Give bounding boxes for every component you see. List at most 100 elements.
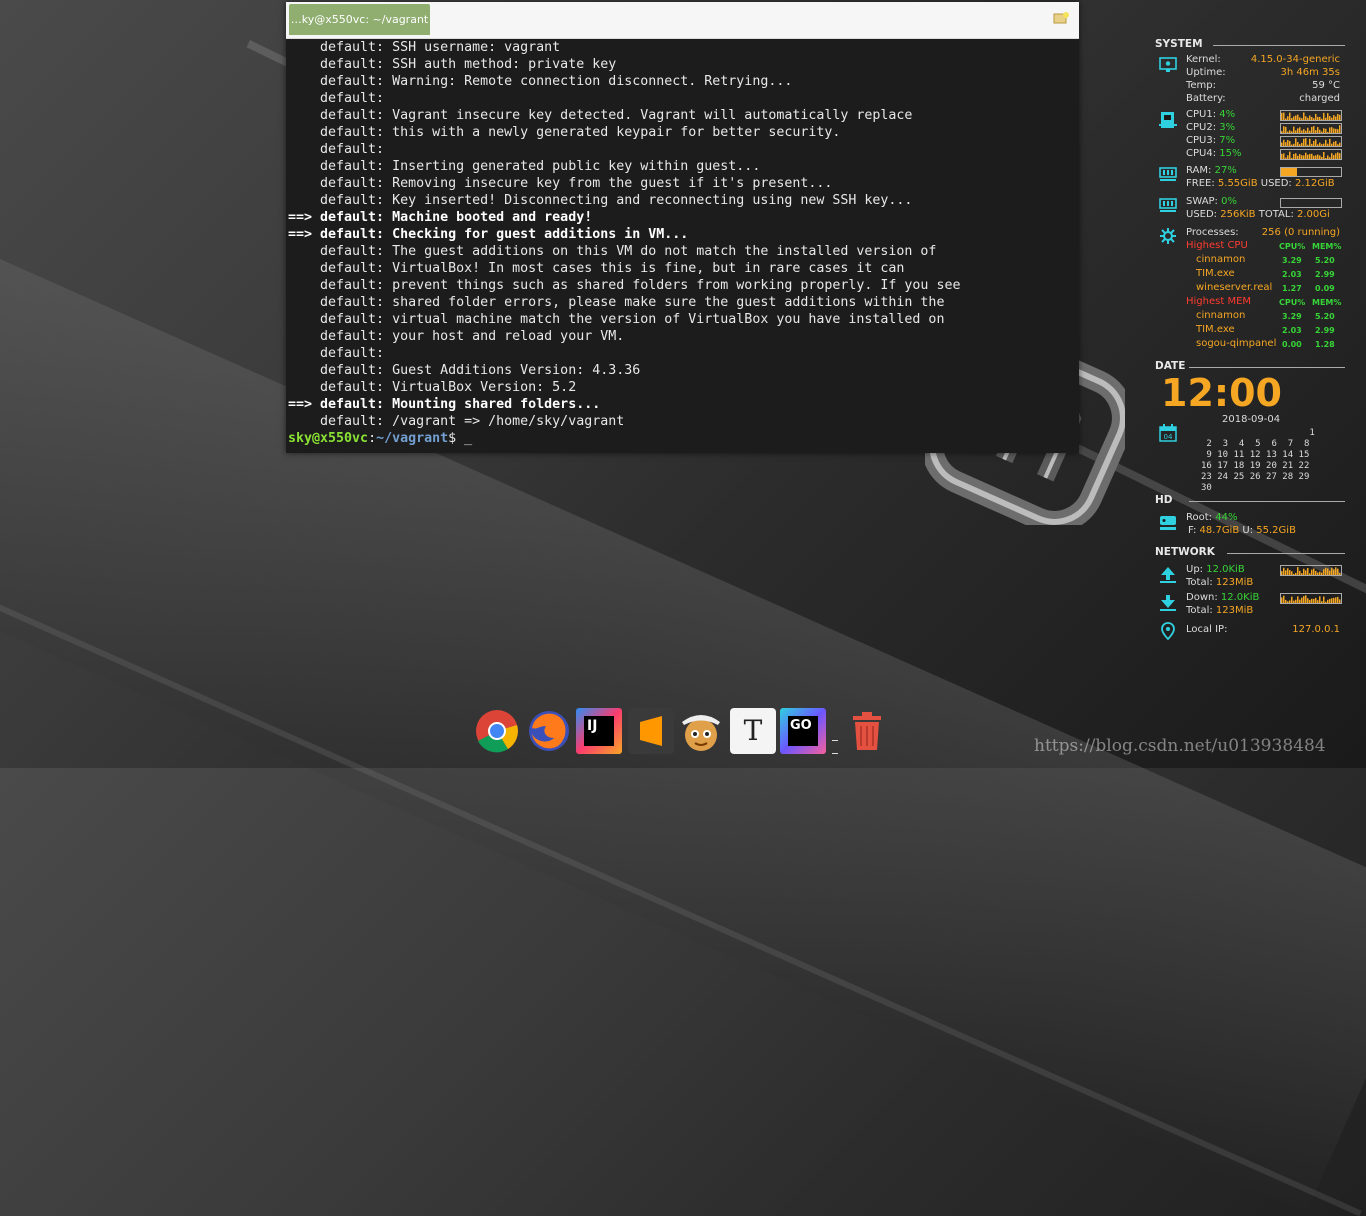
- terminal-prompt[interactable]: sky@x550vc:~/vagrant$ _: [288, 430, 1079, 447]
- ram-bar-fill: [1281, 168, 1298, 176]
- firefox-icon[interactable]: [526, 708, 572, 754]
- chrome-icon[interactable]: [474, 708, 520, 754]
- terminal-output[interactable]: default: SSH username: vagrant default: …: [286, 39, 1079, 447]
- wine-tim-icon[interactable]: [678, 708, 724, 754]
- process-name: cinnamon: [1196, 310, 1246, 321]
- cpu-graph: [1280, 123, 1342, 134]
- swap-used-label: USED:: [1186, 209, 1218, 220]
- terminal-line: default:: [288, 91, 393, 106]
- process-cpu: 0.00: [1282, 340, 1302, 349]
- calendar-icon: 04: [1159, 424, 1177, 442]
- up-label: Up:: [1186, 564, 1204, 575]
- mem-col-header: MEM%: [1312, 298, 1342, 307]
- cpu-label: CPU4:: [1186, 148, 1217, 159]
- cpu-label: CPU1:: [1186, 109, 1217, 120]
- process-name: sogou-qimpanel: [1196, 338, 1277, 349]
- terminal-line: ==> default: Mounting shared folders...: [288, 397, 601, 412]
- down-total-label: Total:: [1186, 605, 1213, 616]
- process-cpu: 2.03: [1282, 270, 1302, 279]
- highest-cpu-label: Highest CPU: [1186, 240, 1248, 251]
- uptime-label: Uptime:: [1186, 67, 1226, 78]
- terminal-line: default: prevent things such as shared f…: [288, 278, 961, 293]
- intellij-icon[interactable]: IJ: [576, 708, 622, 754]
- goland-icon[interactable]: GO: [780, 708, 826, 754]
- process-cpu: 3.29: [1282, 312, 1302, 321]
- swap-label: SWAP:: [1186, 196, 1218, 207]
- ram-used-value: 2.12GiB: [1295, 178, 1335, 189]
- up-value: 12.0KiB: [1206, 564, 1245, 575]
- down-label: Down:: [1186, 592, 1218, 603]
- system-heading: SYSTEM: [1155, 38, 1345, 50]
- ram-free-value: 5.55GiB: [1217, 178, 1258, 189]
- dock-separator: [832, 740, 838, 754]
- cpu-graph: [1280, 149, 1342, 160]
- swap-value: 0%: [1221, 196, 1237, 207]
- processes-label: Processes:: [1186, 227, 1239, 238]
- terminal-tab[interactable]: …ky@x550vc: ~/vagrant: [289, 4, 430, 35]
- new-tab-icon[interactable]: [1053, 12, 1069, 24]
- root-label: Root:: [1186, 512, 1213, 523]
- ram-bar: [1280, 167, 1342, 177]
- calendar: 1 2 3 4 5 6 7 8 9 10 11 12 13 14 15 16 17…: [1201, 428, 1315, 494]
- trash-icon[interactable]: [844, 708, 890, 754]
- terminal-line: default: virtual machine match the versi…: [288, 312, 945, 327]
- down-value: 12.0KiB: [1220, 592, 1260, 603]
- process-mem: 1.28: [1315, 340, 1335, 349]
- hd-used-value: 55.2GiB: [1256, 525, 1296, 536]
- terminal-line: default: The guest additions on this VM …: [288, 244, 937, 259]
- conky-panel: SYSTEM Kernel: 4.15.0-34-generic Uptime: 3…: [1155, 36, 1345, 640]
- cpu-value: 4%: [1219, 109, 1236, 120]
- up-total-label: Total:: [1186, 577, 1213, 588]
- cpu-label: CPU3:: [1186, 135, 1217, 146]
- calendar-week: 30: [1201, 483, 1212, 493]
- terminal-line: default: this with a newly generated key…: [288, 125, 841, 140]
- processes-value: 256 (0 running): [1261, 227, 1340, 238]
- process-name: wineserver.real: [1196, 282, 1273, 293]
- terminal-line: default: Key inserted! Disconnecting and…: [288, 193, 913, 208]
- process-mem: 2.99: [1315, 326, 1335, 335]
- temp-value: 59 °C: [1312, 80, 1340, 91]
- cpu-value: 15%: [1219, 148, 1242, 159]
- battery-label: Battery:: [1186, 93, 1226, 104]
- cpu-value: 7%: [1219, 135, 1236, 146]
- terminal-line: default: VirtualBox Version: 5.2: [288, 380, 577, 395]
- terminal-line: default: your host and reload your VM.: [288, 329, 625, 344]
- date-heading: DATE: [1155, 360, 1345, 372]
- swap-used-value: 256KiB: [1220, 209, 1256, 220]
- cpu-graph-svg: [1281, 138, 1341, 146]
- down-total-value: 123MiB: [1215, 605, 1254, 616]
- process-mem: 5.20: [1315, 256, 1335, 265]
- local-ip-value: 127.0.0.1: [1292, 624, 1340, 635]
- sublime-text-icon[interactable]: [628, 708, 674, 754]
- process-cpu: 3.29: [1282, 256, 1302, 265]
- prompt-path: ~/vagrant: [376, 431, 449, 446]
- temp-label: Temp:: [1186, 80, 1217, 91]
- hd-heading: HD: [1155, 494, 1345, 506]
- process-mem: 0.09: [1315, 284, 1335, 293]
- terminal-window[interactable]: …ky@x550vc: ~/vagrant default: SSH usern…: [286, 2, 1079, 453]
- download-graph: [1280, 593, 1342, 604]
- process-name: TIM.exe: [1196, 324, 1235, 335]
- terminal-line: default:: [288, 142, 393, 157]
- hd-free-label: F:: [1188, 525, 1197, 536]
- cpu-graph: [1280, 110, 1342, 121]
- watermark: https://blog.csdn.net/u013938484: [1034, 736, 1326, 756]
- terminal-line: default: Inserting generated public key …: [288, 159, 761, 174]
- upload-graph: [1280, 565, 1342, 576]
- network-heading: NETWORK: [1155, 546, 1345, 558]
- calendar-week: 9 10 11 12 13 14 15: [1201, 450, 1310, 460]
- terminal-cursor: _: [464, 431, 473, 446]
- swap-bar: [1280, 198, 1342, 208]
- up-total-value: 123MiB: [1215, 577, 1254, 588]
- date-value: 2018-09-04: [1222, 414, 1281, 425]
- cpu-graph-svg: [1281, 151, 1341, 159]
- process-name: cinnamon: [1196, 254, 1246, 265]
- terminal-line: default: SSH auth method: private key: [288, 57, 617, 72]
- terminal-line: ==> default: Machine booted and ready!: [288, 210, 593, 225]
- clock: 12:00: [1161, 371, 1282, 415]
- goland-icon-label: GO: [788, 716, 818, 746]
- typora-icon[interactable]: T: [730, 708, 776, 754]
- prompt-symbol: $: [448, 431, 465, 446]
- terminal-titlebar[interactable]: …ky@x550vc: ~/vagrant: [286, 2, 1079, 39]
- kernel-value: 4.15.0-34-generic: [1250, 54, 1340, 65]
